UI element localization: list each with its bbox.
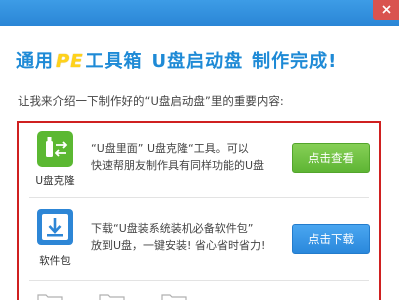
view-button[interactable]: 点击查看	[292, 143, 370, 173]
usb-clone-description: “U盘里面” U盘克隆“工具。可以 快速帮朋友制作具有同样功能的U盘	[91, 140, 287, 174]
title-part-complete: 制作完成!	[252, 51, 338, 72]
usb-clone-desc-line1: “U盘里面” U盘克隆“工具。可以	[91, 142, 249, 155]
row-divider	[29, 197, 369, 198]
title-part-general: 通用	[16, 51, 54, 72]
software-pack-desc-line2: 放到U盘，一键安装! 省心省时省力!	[91, 239, 266, 252]
title-part-udisk: U盘启动盘	[151, 51, 244, 72]
intro-text: 让我来介绍一下制作好的“U盘启动盘”里的重要内容:	[18, 94, 284, 108]
software-pack-label: 软件包	[39, 255, 71, 267]
folder-icon	[37, 294, 63, 300]
title-bar	[0, 0, 399, 26]
software-pack-desc-line1: 下载“U盘装系统装机必备软件包”	[91, 222, 254, 235]
features-panel: U盘克隆 “U盘里面” U盘克隆“工具。可以 快速帮朋友制作具有同样功能的U盘 …	[17, 121, 381, 300]
download-box-icon	[37, 209, 73, 245]
completion-title: 通用 PE 工具箱 U盘启动盘 制作完成!	[16, 47, 337, 73]
usb-clone-icon	[37, 131, 73, 167]
title-pe-logo: PE	[56, 51, 84, 72]
download-button[interactable]: 点击下载	[292, 224, 370, 254]
usb-clone-desc-line2: 快速帮朋友制作具有同样功能的U盘	[91, 159, 265, 172]
row-divider	[29, 280, 369, 281]
dialog-window: 通用 PE 工具箱 U盘启动盘 制作完成! 让我来介绍一下制作好的“U盘启动盘”里的重要…	[0, 0, 399, 300]
title-part-toolbox: 工具箱	[85, 51, 143, 72]
usb-clone-label: U盘克隆	[35, 175, 75, 187]
software-pack-description: 下载“U盘装系统装机必备软件包” 放到U盘，一键安装! 省心省时省力!	[91, 220, 287, 254]
folder-icon	[99, 294, 125, 300]
close-icon	[382, 5, 391, 14]
folder-icon	[161, 294, 187, 300]
close-button[interactable]	[373, 0, 399, 20]
